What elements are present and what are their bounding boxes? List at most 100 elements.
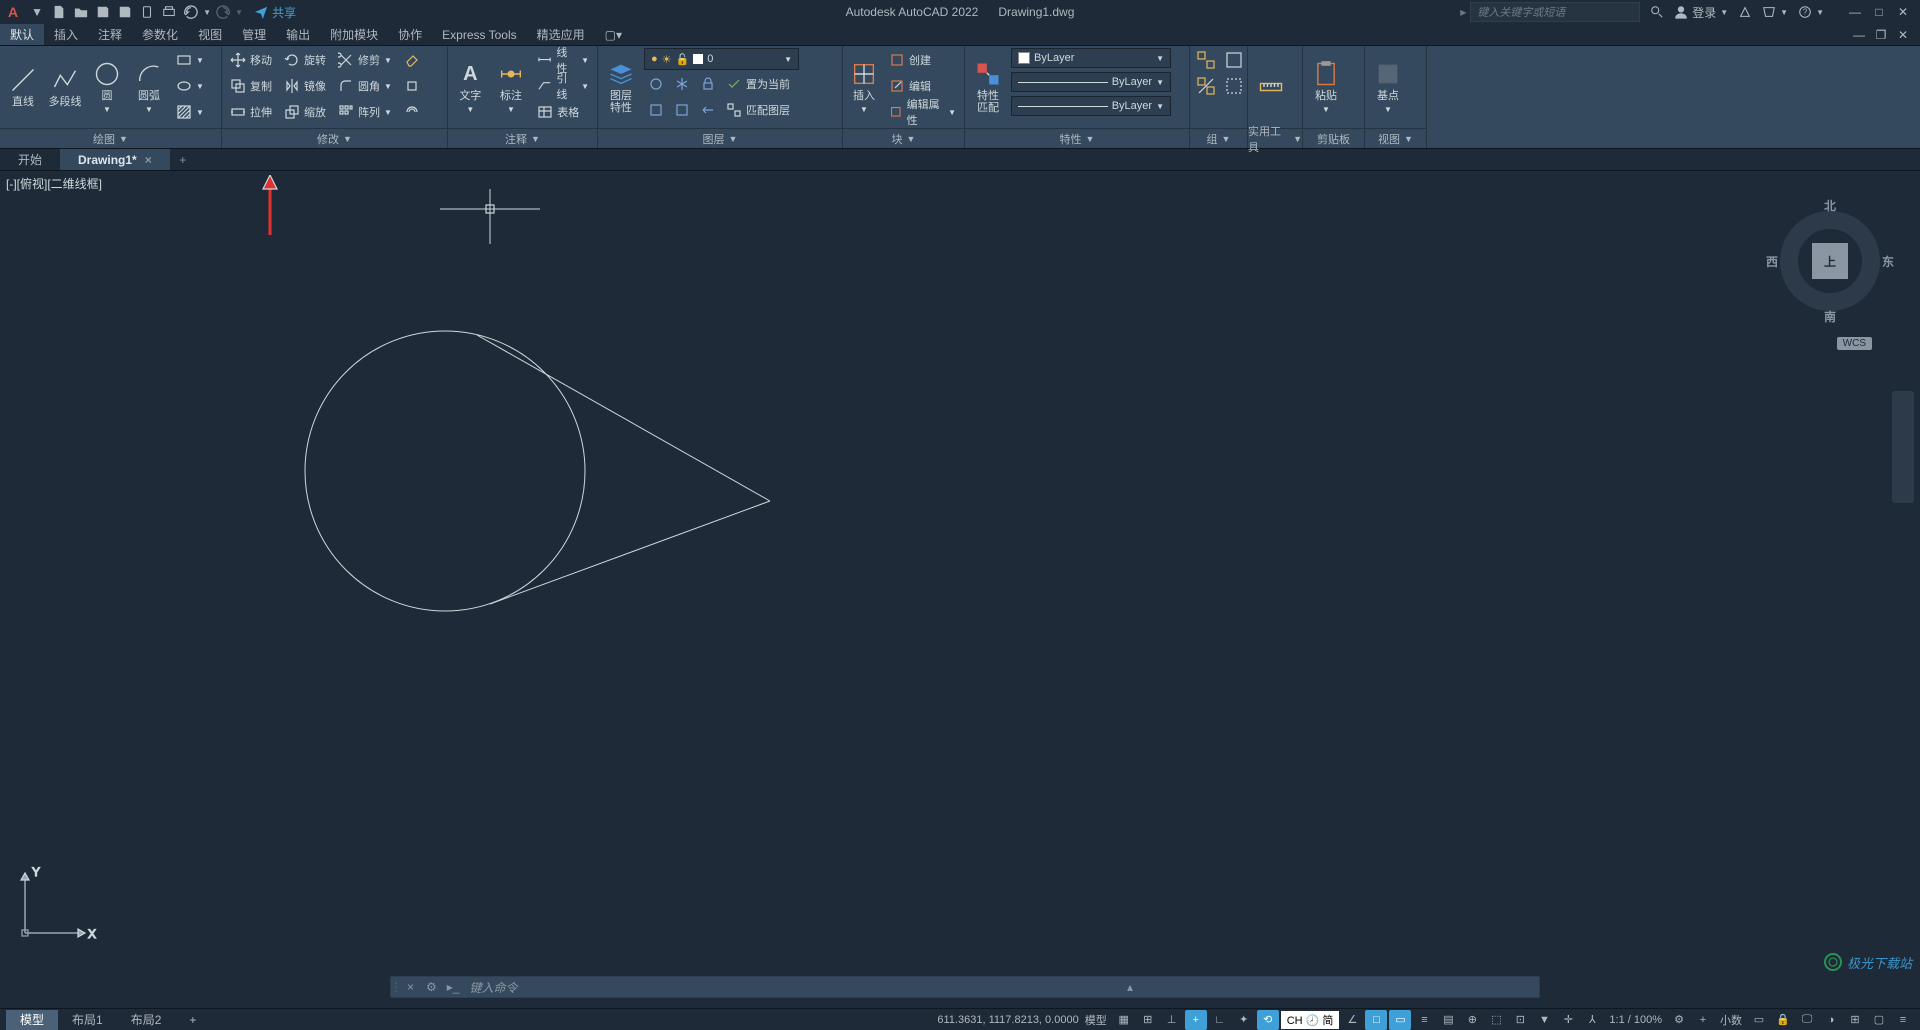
match-layer-button[interactable]: 匹配图层 — [722, 98, 838, 122]
sb-infer-icon[interactable]: ⊥ — [1161, 1010, 1183, 1030]
sb-gizmo-icon[interactable]: ✛ — [1557, 1010, 1579, 1030]
dimension-button[interactable]: 标注▼ — [493, 48, 530, 126]
sb-ortho-icon[interactable]: ∟ — [1209, 1010, 1231, 1030]
text-button[interactable]: A文字▼ — [452, 48, 489, 126]
autodesk-account-icon[interactable]: ▼ — [1762, 5, 1788, 19]
tab-more-icon[interactable]: ▢▾ — [595, 24, 632, 45]
sb-otrack-icon[interactable]: ▭ — [1389, 1010, 1411, 1030]
layers-panel-title[interactable]: 图层▼ — [598, 128, 842, 148]
mirror-button[interactable]: 镜像 — [280, 74, 330, 98]
tab-view[interactable]: 视图 — [188, 24, 232, 45]
layer-prev-icon[interactable] — [696, 98, 720, 122]
ungroup-icon[interactable] — [1194, 74, 1218, 98]
array-button[interactable]: 阵列▼ — [334, 100, 396, 124]
scale-button[interactable]: 缩放 — [280, 100, 330, 124]
tab-layout1[interactable]: 布局1 — [58, 1010, 117, 1030]
redo-dropdown-icon[interactable]: ▼ — [234, 1, 244, 23]
tab-annotate[interactable]: 注释 — [88, 24, 132, 45]
layer-uniso-icon[interactable] — [670, 98, 694, 122]
sb-customize-icon[interactable]: ≡ — [1892, 1010, 1914, 1030]
trim-button[interactable]: 修剪▼ — [334, 48, 396, 72]
polyline-button[interactable]: 多段线 — [46, 48, 84, 126]
circle-button[interactable]: 圆▼ — [88, 48, 126, 126]
sb-3dosnap-icon[interactable]: □ — [1365, 1010, 1387, 1030]
make-current-button[interactable]: 置为当前 — [722, 72, 838, 96]
tab-drawing1[interactable]: Drawing1* × — [60, 149, 170, 170]
save-icon[interactable] — [92, 1, 114, 23]
group-icon[interactable] — [1194, 48, 1218, 72]
arc-button[interactable]: 圆弧▼ — [130, 48, 168, 126]
sb-gear-icon[interactable]: ⚙ — [1668, 1010, 1690, 1030]
block-create-button[interactable]: 创建 — [885, 48, 960, 72]
sb-polar-icon[interactable]: ✦ — [1233, 1010, 1255, 1030]
nav-wheel-icon[interactable] — [1895, 395, 1911, 411]
saveas-icon[interactable] — [114, 1, 136, 23]
viewcube-top-face[interactable]: 上 — [1812, 243, 1848, 279]
layer-freeze-icon[interactable] — [670, 72, 694, 96]
share-button[interactable]: 共享 — [254, 4, 296, 21]
search-input[interactable]: 键入关键字或短语 — [1470, 2, 1640, 22]
redo-icon[interactable] — [212, 1, 234, 23]
view-panel-title[interactable]: 视图▼ — [1365, 128, 1426, 148]
doc-restore-icon[interactable]: ❐ — [1870, 26, 1892, 44]
layer-lock-icon[interactable] — [696, 72, 720, 96]
group-edit-icon[interactable] — [1222, 48, 1246, 72]
sb-plus-icon[interactable]: + — [1692, 1010, 1714, 1030]
wcs-badge[interactable]: WCS — [1837, 337, 1872, 350]
basepoint-button[interactable]: 基点▼ — [1369, 48, 1407, 126]
nav-zoom-icon[interactable] — [1895, 439, 1911, 455]
tab-featured[interactable]: 精选应用 — [527, 24, 595, 45]
utils-panel-title[interactable]: 实用工具▼ — [1248, 128, 1302, 148]
sb-quickprops-icon[interactable]: ▭ — [1748, 1010, 1770, 1030]
new-icon[interactable] — [48, 1, 70, 23]
maximize-icon[interactable]: □ — [1868, 3, 1890, 21]
fillet-button[interactable]: 圆角▼ — [334, 74, 396, 98]
layer-iso-icon[interactable] — [644, 98, 668, 122]
web-mobile-icon[interactable] — [136, 1, 158, 23]
autodesk-app-icon[interactable] — [1738, 5, 1752, 19]
rectangle-button[interactable]: ▼ — [172, 48, 208, 72]
rotate-button[interactable]: 旋转 — [280, 48, 330, 72]
sb-lwt-icon[interactable]: ≡ — [1413, 1010, 1435, 1030]
qat-dropdown-icon[interactable]: ▼ — [26, 1, 48, 23]
doc-minimize-icon[interactable]: — — [1848, 26, 1870, 44]
group-bbox-icon[interactable] — [1222, 74, 1246, 98]
drawing-canvas[interactable]: [-][俯视][二维线框] Y X 北 南 东 西 上 WCS — [0, 171, 1920, 976]
nav-showmotion-icon[interactable] — [1895, 483, 1911, 499]
cmd-close-icon[interactable]: × — [401, 980, 420, 994]
sb-scale-readout[interactable]: 1:1 / 100% — [1605, 1010, 1666, 1030]
sb-dynamic-input-icon[interactable]: + — [1185, 1010, 1207, 1030]
move-button[interactable]: 移动 — [226, 48, 276, 72]
search-icon[interactable] — [1650, 5, 1664, 19]
close-icon[interactable]: ✕ — [1892, 3, 1914, 21]
tab-layout2[interactable]: 布局2 — [117, 1010, 176, 1030]
sb-model-toggle[interactable]: 模型 — [1081, 1010, 1111, 1030]
minimize-icon[interactable]: — — [1844, 3, 1866, 21]
ucs-icon[interactable]: Y X — [10, 858, 100, 948]
sb-cleanscreen-icon[interactable]: ▢ — [1868, 1010, 1890, 1030]
undo-icon[interactable] — [180, 1, 202, 23]
offset-icon[interactable] — [400, 100, 424, 124]
sb-annoscale-icon[interactable]: ⅄ — [1581, 1010, 1603, 1030]
sb-3d-icon[interactable]: ⬚ — [1485, 1010, 1507, 1030]
sb-lock-icon[interactable]: 🔒 — [1772, 1010, 1794, 1030]
sb-isolate-icon[interactable]: ◑ — [1820, 1010, 1842, 1030]
lineweight-dropdown[interactable]: ByLayer▼ — [1011, 72, 1171, 92]
cmd-history-icon[interactable]: ▴ — [1121, 980, 1139, 994]
plot-icon[interactable] — [158, 1, 180, 23]
nav-orbit-icon[interactable] — [1895, 461, 1911, 477]
annotate-panel-title[interactable]: 注释▼ — [448, 128, 597, 148]
sb-osnap-icon[interactable]: ∠ — [1341, 1010, 1363, 1030]
linetype-dropdown[interactable]: ByLayer▼ — [1011, 96, 1171, 116]
modify-panel-title[interactable]: 修改▼ — [222, 128, 447, 148]
tab-output[interactable]: 输出 — [276, 24, 320, 45]
tab-insert[interactable]: 插入 — [44, 24, 88, 45]
sb-snap-icon[interactable]: ⊞ — [1137, 1010, 1159, 1030]
block-attr-button[interactable]: 编辑属性▼ — [885, 100, 960, 124]
stretch-button[interactable]: 拉伸 — [226, 100, 276, 124]
navigation-bar[interactable] — [1892, 391, 1914, 503]
tab-parametric[interactable]: 参数化 — [132, 24, 188, 45]
layer-dropdown[interactable]: ● ☀ 🔓 0 ▼ — [644, 48, 799, 70]
help-icon[interactable]: ?▼ — [1798, 5, 1824, 19]
layer-properties-button[interactable]: 图层 特性 — [602, 48, 640, 126]
